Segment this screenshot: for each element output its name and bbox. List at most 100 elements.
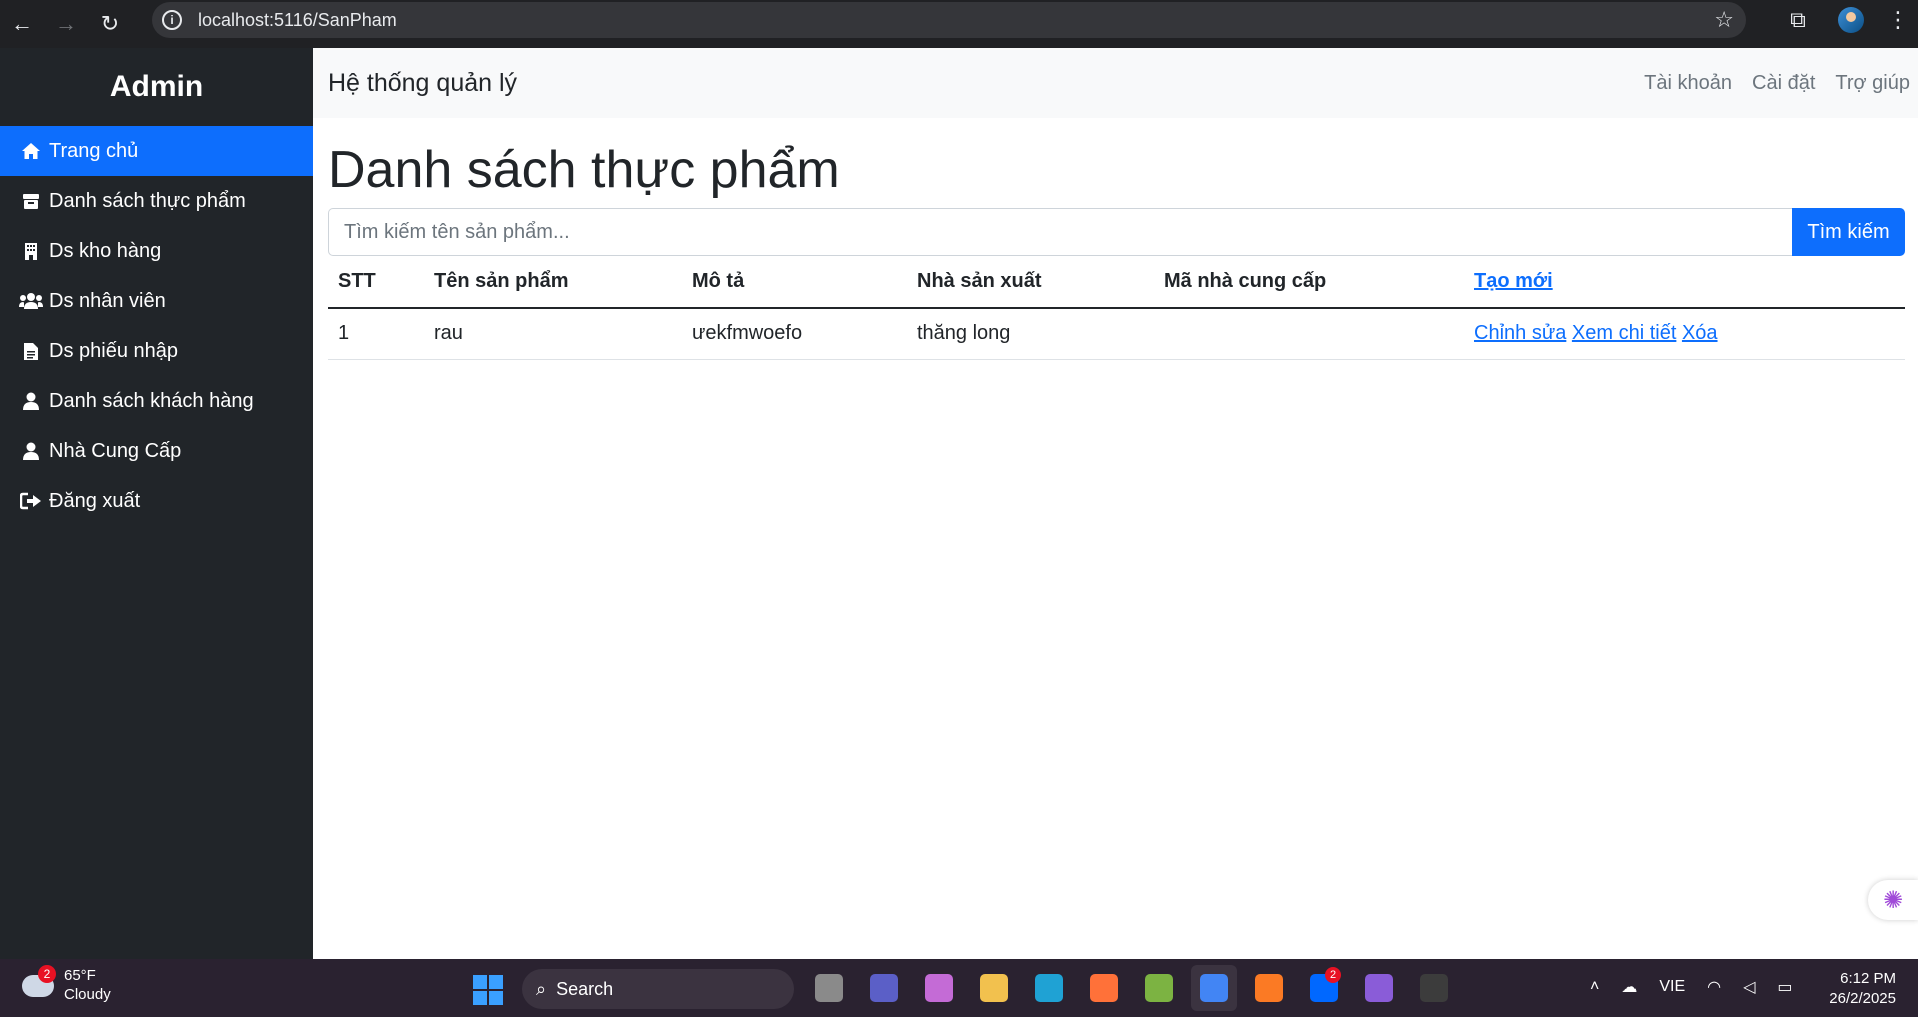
- firefox-icon: [1090, 974, 1118, 1002]
- back-arrow-icon[interactable]: ←: [0, 5, 44, 43]
- terminal-icon: [1420, 974, 1448, 1002]
- cell-mo-ta: ưekfmwoefo: [682, 308, 907, 360]
- sidebar-item-trang-chu[interactable]: Trang chủ: [0, 126, 313, 176]
- visual-studio-icon: [1365, 974, 1393, 1002]
- wifi-icon[interactable]: ◠: [1707, 977, 1721, 997]
- details-link[interactable]: Xem chi tiết: [1572, 322, 1676, 344]
- xampp-icon: [1255, 974, 1283, 1002]
- home-icon: [19, 142, 43, 160]
- sidebar-item-ds-phieu-nhap[interactable]: Ds phiếu nhập: [0, 326, 313, 376]
- profile-avatar[interactable]: [1838, 7, 1864, 33]
- sidebar-item-ds-kho-hang[interactable]: Ds kho hàng: [0, 226, 313, 276]
- logout-icon: [19, 492, 43, 510]
- edge-icon: [1035, 974, 1063, 1002]
- firefox-taskbar-button[interactable]: [1081, 965, 1127, 1011]
- visual-studio-taskbar-button[interactable]: [1356, 965, 1402, 1011]
- products-table: STT Tên sản phẩm Mô tả Nhà sản xuất Mã n…: [328, 256, 1905, 360]
- nav-link-tro-giup[interactable]: Trợ giúp: [1835, 72, 1910, 95]
- column-header-mo-ta: Mô tả: [682, 256, 907, 309]
- sidebar-item-nha-cung-cap[interactable]: Nhà Cung Cấp: [0, 426, 313, 476]
- windows-start-icon[interactable]: [473, 975, 503, 1005]
- teams-taskbar-button[interactable]: [861, 965, 907, 1011]
- sidebar-item-label: Ds nhân viên: [49, 289, 166, 312]
- column-header-stt: STT: [328, 256, 424, 309]
- main-content: Danh sách thực phẩm Tìm kiếm STT Tên sản…: [313, 118, 1918, 360]
- column-header-ten-san-pham: Tên sản phẩm: [424, 256, 682, 309]
- weather-condition: Cloudy: [64, 986, 111, 1003]
- box-icon: [19, 192, 43, 210]
- copilot-taskbar-button[interactable]: [916, 965, 962, 1011]
- search-form: Tìm kiếm: [328, 208, 1905, 256]
- xampp-taskbar-button[interactable]: [1246, 965, 1292, 1011]
- taskbar-apps: 2: [806, 965, 1466, 1011]
- sidebar-item-ds-nhan-vien[interactable]: Ds nhân viên: [0, 276, 313, 326]
- more-vert-icon[interactable]: ⋮: [1878, 7, 1918, 33]
- url-text[interactable]: localhost:5116/SanPham: [198, 10, 397, 31]
- cell-ma-nha-cung-cap: [1154, 308, 1464, 360]
- battery-icon[interactable]: ▭: [1777, 977, 1792, 997]
- file-explorer-icon: [980, 974, 1008, 1002]
- column-header-ma-nha-cung-cap: Mã nhà cung cấp: [1154, 256, 1464, 309]
- building-icon: [19, 242, 43, 260]
- copilot-icon: [925, 974, 953, 1002]
- sidebar-item-label: Danh sách thực phẩm: [49, 189, 246, 212]
- sidebar-item-danh-sach-thuc-pham[interactable]: Danh sách thực phẩm: [0, 176, 313, 226]
- nav-link-cai-dat[interactable]: Cài đặt: [1752, 72, 1815, 95]
- sidebar-brand: Admin: [109, 70, 204, 103]
- column-header-actions: Tạo mới: [1464, 256, 1905, 309]
- table-row: 1 rau ưekfmwoefo thăng long Chỉnh sửa Xe…: [328, 308, 1905, 360]
- clock-date: 26/2/2025: [1829, 990, 1896, 1007]
- forward-arrow-icon[interactable]: →: [44, 5, 88, 43]
- taskbar-search[interactable]: ⌕ Search: [522, 969, 794, 1009]
- create-new-link[interactable]: Tạo mới: [1474, 270, 1553, 292]
- brain-extension-icon[interactable]: ✺: [1868, 880, 1918, 920]
- chrome-icon: [1200, 974, 1228, 1002]
- system-tray: ˄ ☁ VIE ◠ ◁ ▭: [1590, 977, 1815, 997]
- language-indicator[interactable]: VIE: [1659, 978, 1685, 996]
- sidebar-item-danh-sach-khach-hang[interactable]: Danh sách khách hàng: [0, 376, 313, 426]
- extensions-icon[interactable]: ⧉: [1772, 7, 1824, 33]
- edge-taskbar-button[interactable]: [1026, 965, 1072, 1011]
- nav-link-tai-khoan[interactable]: Tài khoản: [1644, 72, 1732, 95]
- sidebar-item-dang-xuat[interactable]: Đăng xuất: [0, 476, 313, 526]
- browser-toolbar: ← → ↻ i localhost:5116/SanPham ☆ ⧉ ⋮: [0, 0, 1918, 48]
- chevron-up-icon[interactable]: ˄: [1590, 978, 1599, 996]
- chrome-taskbar-button[interactable]: [1191, 965, 1237, 1011]
- edit-link[interactable]: Chỉnh sửa: [1474, 322, 1566, 344]
- taskbar-search-label: Search: [556, 978, 614, 999]
- sidebar-item-label: Nhà Cung Cấp: [49, 439, 182, 462]
- task-view-taskbar-button[interactable]: [806, 965, 852, 1011]
- cell-actions: Chỉnh sửa Xem chi tiết Xóa: [1464, 308, 1905, 360]
- sidebar-item-label: Ds kho hàng: [49, 239, 162, 262]
- search-button[interactable]: Tìm kiếm: [1792, 208, 1905, 256]
- volume-icon[interactable]: ◁: [1743, 977, 1755, 997]
- search-input[interactable]: [328, 208, 1792, 256]
- weather-badge: 2: [38, 965, 56, 983]
- star-icon[interactable]: ☆: [1714, 7, 1734, 33]
- person-icon: [19, 442, 43, 460]
- cell-ten-san-pham: rau: [424, 308, 682, 360]
- table-header-row: STT Tên sản phẩm Mô tả Nhà sản xuất Mã n…: [328, 256, 1905, 309]
- cell-stt: 1: [328, 308, 424, 360]
- file-explorer-taskbar-button[interactable]: [971, 965, 1017, 1011]
- info-icon[interactable]: i: [162, 10, 182, 30]
- delete-link[interactable]: Xóa: [1682, 322, 1718, 344]
- address-bar[interactable]: i localhost:5116/SanPham ☆: [152, 2, 1746, 38]
- document-icon: [19, 342, 43, 360]
- weather-temp: 65°F: [64, 967, 96, 984]
- site-title[interactable]: Hệ thống quản lý: [328, 69, 517, 98]
- reload-icon[interactable]: ↻: [88, 5, 132, 43]
- weather-widget[interactable]: 2 65°F Cloudy: [22, 965, 111, 1005]
- snipping-tool-icon: [1145, 974, 1173, 1002]
- snipping-tool-taskbar-button[interactable]: [1136, 965, 1182, 1011]
- sidebar-item-label: Ds phiếu nhập: [49, 339, 178, 362]
- zalo-taskbar-button[interactable]: 2: [1301, 965, 1347, 1011]
- taskbar-clock[interactable]: 6:12 PM 26/2/2025: [1829, 969, 1896, 1009]
- person-icon: [19, 392, 43, 410]
- page-title: Danh sách thực phẩm: [328, 141, 840, 199]
- teams-icon: [870, 974, 898, 1002]
- terminal-taskbar-button[interactable]: [1411, 965, 1457, 1011]
- windows-taskbar: 2 65°F Cloudy ⌕ Search 2 ˄ ☁ VIE ◠ ◁ ▭ 6…: [0, 959, 1918, 1017]
- onedrive-icon[interactable]: ☁: [1621, 977, 1637, 997]
- clock-time: 6:12 PM: [1840, 970, 1896, 987]
